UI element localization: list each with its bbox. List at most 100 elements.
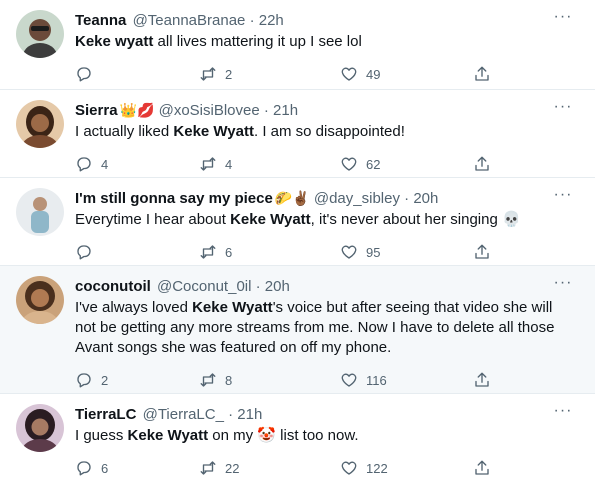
tweet-text-segment: Keke Wyatt (192, 299, 273, 316)
reply-count: 4 (101, 156, 109, 172)
separator-dot: · (263, 102, 269, 119)
more-icon[interactable]: ··· (553, 9, 573, 30)
tweet-actions: 2 8 116 (75, 370, 495, 390)
display-name[interactable]: TierraLC (75, 406, 136, 423)
tweet-text-segment: Keke Wyatt (230, 211, 311, 228)
retweet-button[interactable]: 6 (199, 242, 232, 262)
retweet-count: 4 (225, 156, 233, 172)
reply-count: 6 (101, 460, 109, 476)
tweet[interactable]: TierraLC @TierraLC_ · 21h ··· I guess Ke… (0, 394, 595, 480)
tweet-header: Sierra 👑💋 @xoSisiBlovee · 21h ··· (75, 99, 585, 120)
tweet-text-segment: . I am so disappointed! (253, 123, 405, 140)
separator-dot: · (255, 278, 261, 295)
tweet-text-segment: Keke Wyatt (127, 427, 209, 444)
reply-button[interactable]: 6 (75, 458, 108, 478)
avatar[interactable] (16, 276, 64, 324)
user-handle[interactable]: @TierraLC_ (143, 406, 224, 423)
user-handle[interactable]: @Coconut_0il (157, 278, 251, 295)
reply-icon (77, 245, 91, 260)
tweet-actions: 6 95 (75, 242, 495, 262)
display-name[interactable]: Sierra (75, 102, 118, 119)
tweet[interactable]: Sierra 👑💋 @xoSisiBlovee · 21h ··· I actua… (0, 90, 595, 178)
timestamp[interactable]: 21h (237, 406, 262, 423)
share-button[interactable] (473, 64, 491, 84)
tweet-text-segment: Everytime I hear about (75, 211, 231, 228)
tweet-header: coconutoil @Coconut_0il · 20h ··· (75, 275, 585, 296)
retweet-button[interactable]: 8 (199, 370, 232, 390)
more-icon[interactable]: ··· (553, 99, 573, 120)
timestamp[interactable]: 20h (265, 278, 290, 295)
retweet-count: 6 (225, 244, 233, 260)
reply-button[interactable]: 4 (75, 154, 108, 174)
reply-icon (77, 461, 91, 476)
more-icon[interactable]: ··· (553, 187, 573, 208)
tweet-text: Keke wyatt all lives mattering it up I s… (75, 32, 565, 52)
retweet-button[interactable]: 2 (199, 64, 232, 84)
like-button[interactable]: 116 (340, 370, 387, 390)
tweet-header: TierraLC @TierraLC_ · 21h ··· (75, 403, 585, 424)
timestamp[interactable]: 22h (259, 12, 284, 29)
retweet-icon (200, 157, 216, 171)
retweet-button[interactable]: 22 (199, 458, 239, 478)
tweet-text-segment: I guess (75, 427, 128, 444)
reply-button[interactable] (75, 242, 101, 262)
tweet-actions: 2 49 (75, 64, 495, 84)
like-count: 95 (366, 244, 381, 260)
tweet[interactable]: Teanna @TeannaBranae · 22h ··· Keke wyat… (0, 0, 595, 90)
like-count: 62 (366, 156, 381, 172)
retweet-count: 22 (225, 460, 240, 476)
reply-button[interactable]: 2 (75, 370, 108, 390)
tweet-text-segment: Keke wyatt (75, 33, 154, 50)
tweet-text: I actually liked Keke Wyatt. I am so dis… (75, 122, 565, 142)
retweet-icon (200, 461, 216, 475)
display-name[interactable]: coconutoil (75, 278, 151, 295)
user-handle[interactable]: @day_sibley (314, 190, 400, 207)
avatar[interactable] (16, 100, 64, 148)
user-handle[interactable]: @TeannaBranae (133, 12, 246, 29)
share-icon (475, 244, 489, 259)
like-count: 116 (366, 372, 387, 388)
retweet-icon (200, 67, 216, 81)
retweet-count: 8 (225, 372, 233, 388)
avatar[interactable] (16, 188, 64, 236)
display-name[interactable]: I'm still gonna say my piece (75, 190, 273, 207)
tweet-text-segment: all lives mattering it up I see lol (153, 33, 362, 50)
retweet-icon (200, 245, 216, 259)
tweet[interactable]: I'm still gonna say my piece 🌮✌🏾 @day_sib… (0, 178, 595, 266)
more-icon[interactable]: ··· (553, 275, 573, 296)
share-button[interactable] (473, 458, 491, 478)
tweet[interactable]: coconutoil @Coconut_0il · 20h ··· I've a… (0, 266, 595, 394)
retweet-button[interactable]: 4 (199, 154, 232, 174)
tweet-header: Teanna @TeannaBranae · 22h ··· (75, 9, 585, 30)
retweet-icon (200, 373, 216, 387)
tweet-text-segment: Keke Wyatt (173, 123, 254, 140)
tweet-feed: Teanna @TeannaBranae · 22h ··· Keke wyat… (0, 0, 595, 480)
like-icon (341, 461, 357, 475)
tweet-text-segment: on my 🤡 list too now. (208, 427, 359, 444)
like-icon (341, 245, 357, 259)
avatar[interactable] (16, 10, 64, 58)
tweet-actions: 6 22 122 (75, 458, 495, 478)
separator-dot: · (249, 12, 255, 29)
user-handle[interactable]: @xoSisiBlovee (159, 102, 260, 119)
like-button[interactable]: 49 (340, 64, 380, 84)
reply-icon (77, 373, 91, 388)
like-button[interactable]: 122 (340, 458, 388, 478)
tweet-text-segment: I've always loved (75, 299, 193, 316)
share-icon (475, 372, 489, 387)
more-icon[interactable]: ··· (553, 403, 573, 424)
share-button[interactable] (473, 154, 491, 174)
timestamp[interactable]: 21h (273, 102, 298, 119)
like-icon (341, 373, 357, 387)
tweet-text: I guess Keke Wyatt on my 🤡 list too now. (75, 426, 565, 446)
like-button[interactable]: 95 (340, 242, 380, 262)
avatar[interactable] (16, 404, 64, 452)
reply-button[interactable] (75, 64, 101, 84)
name-emoji: 🌮✌🏾 (274, 190, 310, 206)
like-button[interactable]: 62 (340, 154, 380, 174)
reply-icon (77, 67, 91, 82)
share-button[interactable] (473, 242, 491, 262)
display-name[interactable]: Teanna (75, 12, 126, 29)
share-button[interactable] (473, 370, 491, 390)
timestamp[interactable]: 20h (413, 190, 438, 207)
